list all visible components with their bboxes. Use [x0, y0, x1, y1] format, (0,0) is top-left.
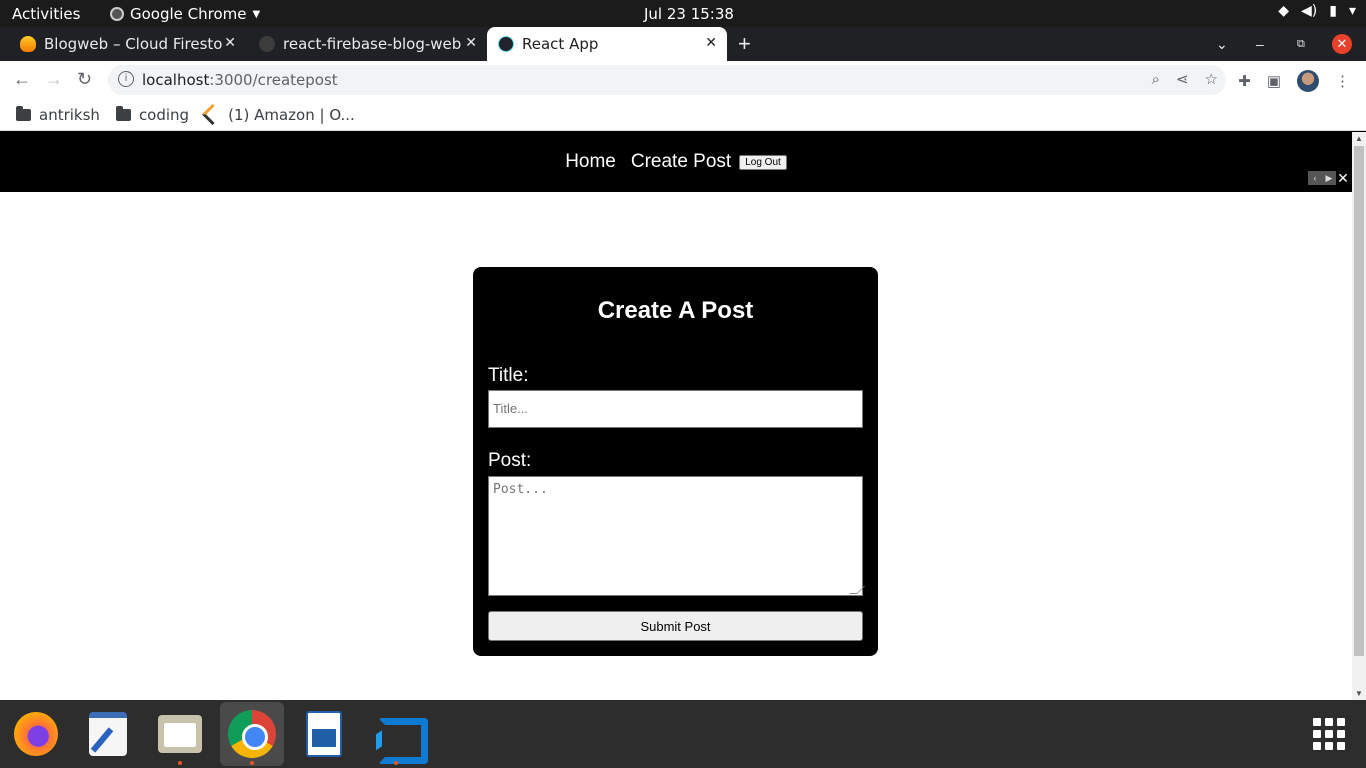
dock-files[interactable] [148, 702, 212, 766]
nav-create-post-link[interactable]: Create Post [631, 151, 731, 173]
forward-button[interactable]: → [45, 69, 63, 90]
submit-post-button[interactable]: Submit Post [488, 611, 863, 641]
firebase-icon [20, 36, 36, 52]
caret-down-icon: ▼ [252, 8, 261, 20]
bookmark-label: (1) Amazon | O... [228, 105, 355, 124]
page-title: Create A Post [597, 297, 754, 324]
create-post-card: Create A Post Title: Title... Post: Post… [473, 267, 878, 656]
post-label: Post: [488, 450, 532, 471]
show-applications-icon[interactable] [1313, 718, 1345, 750]
post-textarea[interactable]: Post... [488, 476, 865, 596]
toolbar-actions: ✚ ▣ ⋮ [1238, 70, 1350, 92]
clock[interactable]: Jul 23 15:38 [644, 5, 734, 23]
address-bar[interactable]: i localhost:3000/createpost ⌕ ⋖ ☆ [108, 65, 1226, 95]
bookmark-coding[interactable]: coding [115, 105, 190, 124]
app-menu-label: Google Chrome [130, 5, 247, 23]
reload-button[interactable]: ↻ [77, 69, 92, 90]
chevron-down-icon: ⌄ [1216, 35, 1228, 52]
system-top-bar: Activities Google Chrome ▼ Jul 23 15:38 … [0, 0, 1366, 27]
running-indicator [178, 761, 182, 765]
page-scrollbar[interactable]: ▲ ▼ [1352, 132, 1366, 700]
tab-label: Blogweb – Cloud Firestore [44, 35, 222, 53]
close-tab-icon[interactable]: ✕ [705, 35, 717, 51]
bookmark-star-icon[interactable]: ☆ [1205, 70, 1218, 88]
title-input[interactable]: Title... [488, 390, 863, 428]
post-placeholder: Post... [493, 482, 548, 497]
react-icon [498, 36, 514, 52]
menu-kebab-icon[interactable]: ⋮ [1335, 72, 1350, 90]
chrome-icon [110, 7, 124, 21]
wifi-icon: ◆ [1278, 3, 1290, 19]
dock-firefox[interactable] [4, 702, 68, 766]
bookmarks-bar: antriksh coding (1) Amazon | O... [0, 99, 1366, 131]
tab-strip: Blogweb – Cloud Firestore ✕ react-fireba… [0, 27, 1366, 61]
resize-handle-icon[interactable] [849, 586, 865, 594]
close-tab-icon[interactable]: ✕ [465, 35, 477, 51]
amazon-icon [201, 103, 224, 126]
text-editor-icon [89, 712, 127, 756]
tab-label: react-firebase-blog-website [283, 35, 461, 53]
close-icon: ✕ [1332, 34, 1352, 54]
maximize-button[interactable]: ⧉ [1297, 27, 1305, 61]
side-panel-icon[interactable]: ▣ [1267, 72, 1281, 90]
back-button[interactable]: ← [13, 69, 31, 90]
tab-label: React App [522, 35, 599, 53]
bookmark-label: antriksh [39, 105, 100, 124]
minimize-button[interactable]: – [1256, 27, 1264, 61]
profile-avatar[interactable] [1297, 70, 1319, 92]
activities-button[interactable]: Activities [12, 5, 80, 23]
close-tab-icon[interactable]: ✕ [224, 35, 236, 51]
app-menu[interactable]: Google Chrome ▼ [110, 5, 260, 23]
browser-toolbar: ← → ↻ i localhost:3000/createpost ⌕ ⋖ ☆ … [0, 61, 1366, 99]
tab-react-app[interactable]: React App ✕ [487, 27, 727, 61]
chevron-down-icon: ▾ [1348, 3, 1356, 19]
url-text[interactable]: localhost:3000/createpost [142, 71, 338, 89]
bookmark-antriksh[interactable]: antriksh [16, 105, 100, 124]
github-icon [259, 36, 275, 52]
dock [0, 700, 1366, 768]
nav-home-link[interactable]: Home [565, 151, 616, 173]
system-tray[interactable]: ◆ ◀) ▮ ▾ [1278, 3, 1356, 19]
app-navbar: Home Create Post Log Out [0, 132, 1352, 192]
dock-text-editor[interactable] [76, 702, 140, 766]
libreoffice-writer-icon [306, 711, 342, 757]
folder-icon [16, 105, 31, 121]
battery-icon: ▮ [1329, 3, 1337, 19]
scroll-down-icon[interactable]: ▼ [1355, 689, 1363, 698]
folder-icon [115, 105, 131, 121]
scroll-up-icon[interactable]: ▲ [1355, 134, 1363, 143]
firefox-icon [14, 712, 58, 756]
dock-chrome[interactable] [220, 702, 284, 766]
page-viewport: Home Create Post Log Out ‹ ▶ ✕ Create A … [0, 132, 1352, 700]
site-info-icon[interactable]: i [118, 71, 134, 87]
new-tab-button[interactable]: + [738, 31, 751, 57]
tab-search-button[interactable]: ⌄ [1216, 27, 1228, 61]
dock-vscode[interactable] [364, 702, 428, 766]
logout-button[interactable]: Log Out [739, 155, 787, 170]
ad-controls: ‹ ▶ ✕ [1308, 170, 1350, 186]
bookmark-amazon[interactable]: (1) Amazon | O... [201, 103, 355, 126]
running-indicator [394, 761, 398, 765]
zoom-icon[interactable]: ⌕ [1152, 70, 1160, 88]
bookmark-label: coding [138, 105, 190, 124]
running-indicator [250, 761, 254, 765]
vscode-icon [374, 712, 428, 764]
omnibox-actions: ⌕ ⋖ ☆ [1152, 70, 1218, 88]
dock-libreoffice-writer[interactable] [292, 702, 356, 766]
title-label: Title: [488, 365, 529, 386]
tab-github[interactable]: react-firebase-blog-website ✕ [239, 27, 487, 61]
volume-icon: ◀) [1301, 3, 1318, 19]
extensions-icon[interactable]: ✚ [1238, 72, 1251, 90]
share-icon[interactable]: ⋖ [1176, 70, 1189, 88]
close-window-button[interactable]: ✕ [1332, 27, 1352, 61]
tab-blogweb[interactable]: Blogweb – Cloud Firestore ✕ [0, 27, 246, 61]
files-icon [158, 715, 202, 753]
play-icon[interactable]: ▶ [1322, 171, 1336, 185]
scrollbar-thumb[interactable] [1354, 146, 1364, 656]
chevron-left-icon[interactable]: ‹ [1308, 171, 1322, 185]
chrome-icon [228, 710, 276, 758]
close-icon[interactable]: ✕ [1336, 170, 1350, 186]
